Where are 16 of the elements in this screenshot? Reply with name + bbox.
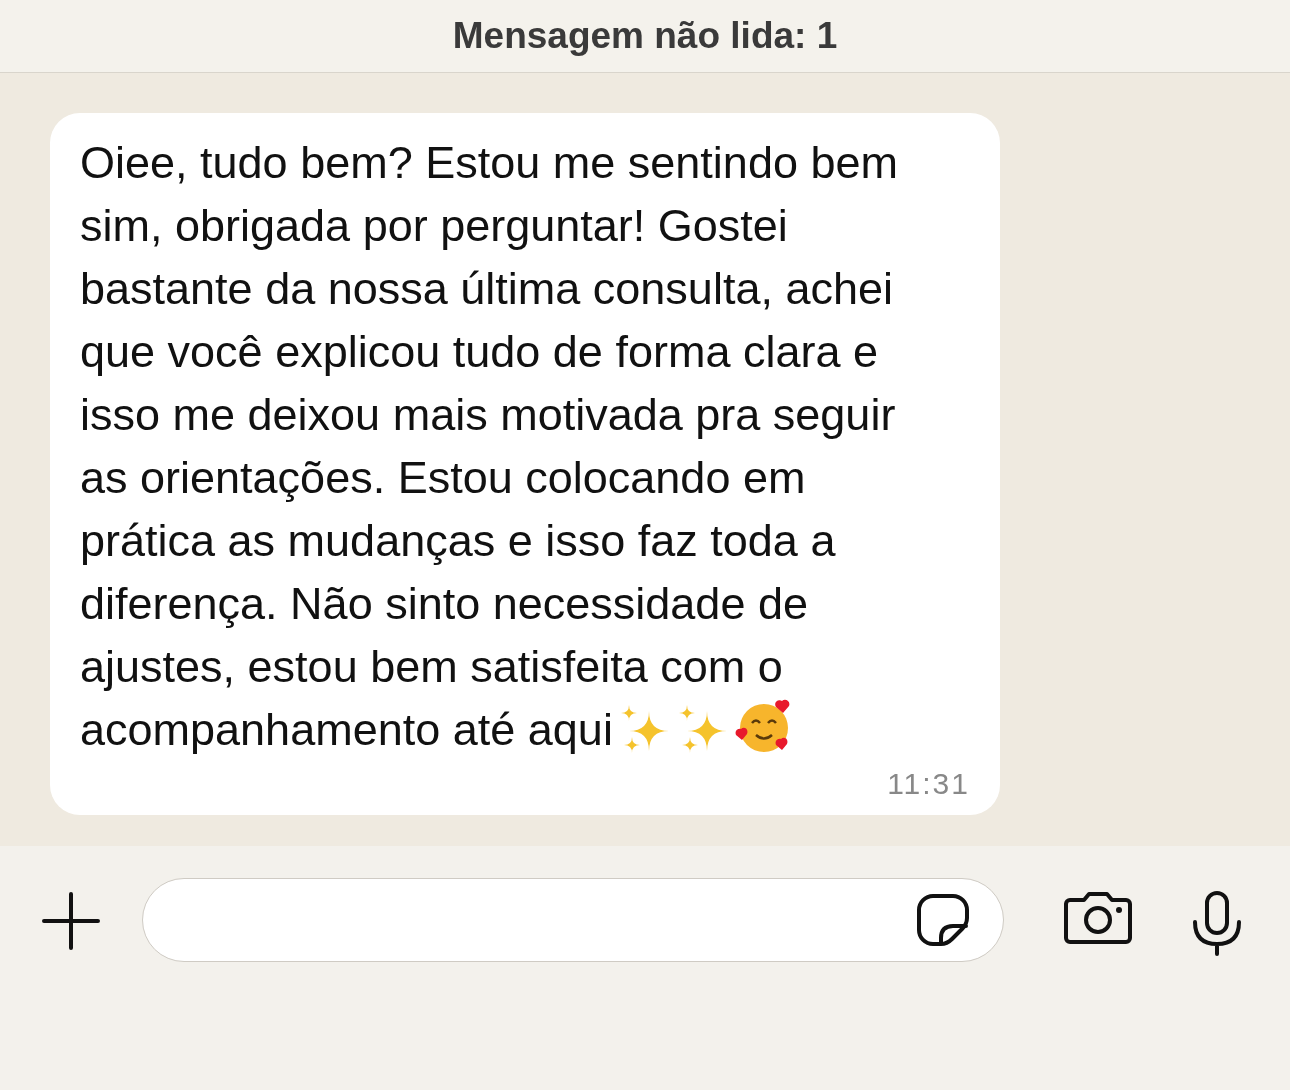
message-text-line: acompanhamento até aqui <box>80 704 613 755</box>
message-text-line: isso me deixou mais motivada pra seguir <box>80 389 896 440</box>
unread-label: Mensagem não lida: 1 <box>452 15 838 57</box>
message-text-line: diferença. Não sinto necessidade de <box>80 578 808 629</box>
message-text-line: bastante da nossa última consulta, achei <box>80 263 893 314</box>
message-text-line: que você explicou tudo de forma clara e <box>80 326 878 377</box>
camera-icon[interactable] <box>1062 890 1134 946</box>
message-text-line: Oiee, tudo bem? Estou me sentindo bem <box>80 137 898 188</box>
sticker-icon <box>915 892 971 948</box>
add-icon[interactable] <box>40 890 102 952</box>
message-text-line: as orientações. Estou colocando em <box>80 452 806 503</box>
message-time: 11:31 <box>886 767 970 801</box>
message-text-line: ajustes, estou bem satisfeita com o <box>80 641 783 692</box>
message-text-line: prática as mudanças e isso faz toda a <box>80 515 836 566</box>
message-text-line: sim, obrigada por perguntar! Gostei <box>80 200 788 251</box>
microphone-icon[interactable] <box>1190 890 1244 956</box>
